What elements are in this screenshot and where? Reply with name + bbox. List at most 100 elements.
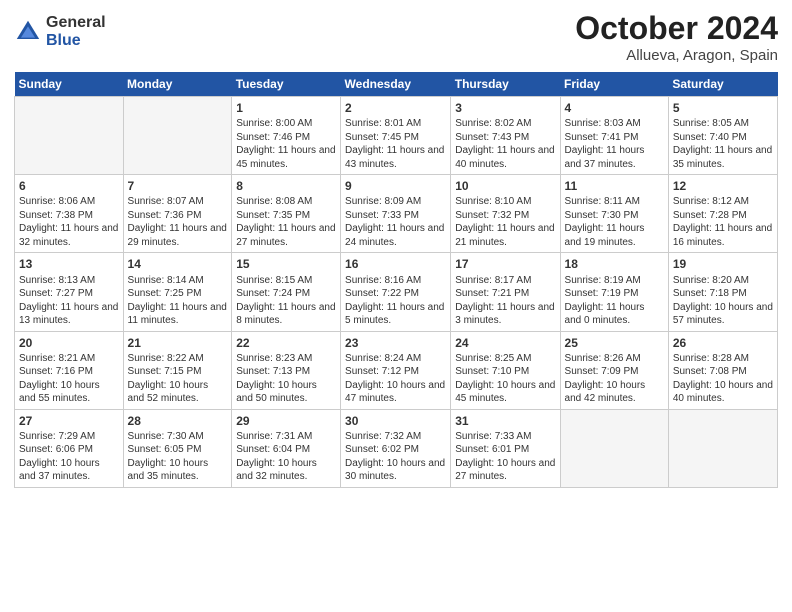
calendar-cell: 12Sunrise: 8:12 AMSunset: 7:28 PMDayligh… [668, 175, 777, 253]
calendar-cell: 8Sunrise: 8:08 AMSunset: 7:35 PMDaylight… [232, 175, 341, 253]
calendar-cell: 31Sunrise: 7:33 AMSunset: 6:01 PMDayligh… [451, 409, 560, 487]
calendar-cell: 4Sunrise: 8:03 AMSunset: 7:41 PMDaylight… [560, 97, 668, 175]
sunrise-text: Sunrise: 8:07 AM [128, 195, 228, 209]
sunrise-text: Sunrise: 8:06 AM [19, 195, 119, 209]
sunrise-text: Sunrise: 8:19 AM [565, 274, 664, 288]
sunrise-text: Sunrise: 7:31 AM [236, 430, 336, 444]
day-number: 16 [345, 256, 446, 272]
calendar-cell: 18Sunrise: 8:19 AMSunset: 7:19 PMDayligh… [560, 253, 668, 331]
daylight-text: Daylight: 11 hours and 13 minutes. [19, 301, 119, 328]
daylight-text: Daylight: 10 hours and 35 minutes. [128, 457, 228, 484]
sunrise-text: Sunrise: 7:29 AM [19, 430, 119, 444]
sunset-text: Sunset: 7:35 PM [236, 209, 336, 223]
sunset-text: Sunset: 7:08 PM [673, 365, 773, 379]
daylight-text: Daylight: 11 hours and 27 minutes. [236, 222, 336, 249]
header-row: SundayMondayTuesdayWednesdayThursdayFrid… [15, 72, 778, 97]
calendar-cell: 26Sunrise: 8:28 AMSunset: 7:08 PMDayligh… [668, 331, 777, 409]
day-number: 26 [673, 335, 773, 351]
week-row-3: 20Sunrise: 8:21 AMSunset: 7:16 PMDayligh… [15, 331, 778, 409]
sunset-text: Sunset: 7:24 PM [236, 287, 336, 301]
day-number: 15 [236, 256, 336, 272]
daylight-text: Daylight: 10 hours and 30 minutes. [345, 457, 446, 484]
sunset-text: Sunset: 7:13 PM [236, 365, 336, 379]
daylight-text: Daylight: 10 hours and 55 minutes. [19, 379, 119, 406]
sunset-text: Sunset: 7:30 PM [565, 209, 664, 223]
header: General Blue October 2024 Allueva, Arago… [14, 10, 778, 64]
logo: General Blue [14, 14, 106, 49]
calendar-cell: 30Sunrise: 7:32 AMSunset: 6:02 PMDayligh… [341, 409, 451, 487]
logo-general: General [46, 14, 106, 32]
daylight-text: Daylight: 11 hours and 3 minutes. [455, 301, 555, 328]
sunrise-text: Sunrise: 8:17 AM [455, 274, 555, 288]
sunrise-text: Sunrise: 8:24 AM [345, 352, 446, 366]
sunset-text: Sunset: 7:33 PM [345, 209, 446, 223]
header-thursday: Thursday [451, 72, 560, 97]
daylight-text: Daylight: 11 hours and 21 minutes. [455, 222, 555, 249]
daylight-text: Daylight: 10 hours and 40 minutes. [673, 379, 773, 406]
calendar-cell: 19Sunrise: 8:20 AMSunset: 7:18 PMDayligh… [668, 253, 777, 331]
daylight-text: Daylight: 11 hours and 40 minutes. [455, 144, 555, 171]
daylight-text: Daylight: 10 hours and 27 minutes. [455, 457, 555, 484]
daylight-text: Daylight: 11 hours and 32 minutes. [19, 222, 119, 249]
calendar-cell [560, 409, 668, 487]
day-number: 31 [455, 413, 555, 429]
day-number: 28 [128, 413, 228, 429]
sunset-text: Sunset: 7:10 PM [455, 365, 555, 379]
day-number: 10 [455, 178, 555, 194]
sunrise-text: Sunrise: 8:23 AM [236, 352, 336, 366]
title-section: October 2024 Allueva, Aragon, Spain [575, 10, 778, 64]
day-number: 6 [19, 178, 119, 194]
header-friday: Friday [560, 72, 668, 97]
day-number: 29 [236, 413, 336, 429]
day-number: 21 [128, 335, 228, 351]
week-row-4: 27Sunrise: 7:29 AMSunset: 6:06 PMDayligh… [15, 409, 778, 487]
week-row-1: 6Sunrise: 8:06 AMSunset: 7:38 PMDaylight… [15, 175, 778, 253]
daylight-text: Daylight: 11 hours and 8 minutes. [236, 301, 336, 328]
sunset-text: Sunset: 6:05 PM [128, 443, 228, 457]
sunrise-text: Sunrise: 8:28 AM [673, 352, 773, 366]
calendar-cell: 1Sunrise: 8:00 AMSunset: 7:46 PMDaylight… [232, 97, 341, 175]
sunrise-text: Sunrise: 8:09 AM [345, 195, 446, 209]
day-number: 30 [345, 413, 446, 429]
page-container: General Blue October 2024 Allueva, Arago… [0, 0, 792, 612]
calendar-cell: 3Sunrise: 8:02 AMSunset: 7:43 PMDaylight… [451, 97, 560, 175]
calendar-cell: 29Sunrise: 7:31 AMSunset: 6:04 PMDayligh… [232, 409, 341, 487]
calendar-table: SundayMondayTuesdayWednesdayThursdayFrid… [14, 72, 778, 488]
calendar-cell [668, 409, 777, 487]
day-number: 12 [673, 178, 773, 194]
sunset-text: Sunset: 7:46 PM [236, 131, 336, 145]
calendar-cell: 6Sunrise: 8:06 AMSunset: 7:38 PMDaylight… [15, 175, 124, 253]
sunrise-text: Sunrise: 8:14 AM [128, 274, 228, 288]
day-number: 17 [455, 256, 555, 272]
daylight-text: Daylight: 10 hours and 37 minutes. [19, 457, 119, 484]
sunrise-text: Sunrise: 7:33 AM [455, 430, 555, 444]
day-number: 14 [128, 256, 228, 272]
calendar-cell: 16Sunrise: 8:16 AMSunset: 7:22 PMDayligh… [341, 253, 451, 331]
calendar-cell [123, 97, 232, 175]
sunrise-text: Sunrise: 8:12 AM [673, 195, 773, 209]
sunrise-text: Sunrise: 8:05 AM [673, 117, 773, 131]
calendar-cell: 13Sunrise: 8:13 AMSunset: 7:27 PMDayligh… [15, 253, 124, 331]
daylight-text: Daylight: 11 hours and 35 minutes. [673, 144, 773, 171]
day-number: 18 [565, 256, 664, 272]
sunset-text: Sunset: 7:32 PM [455, 209, 555, 223]
sunset-text: Sunset: 7:28 PM [673, 209, 773, 223]
daylight-text: Daylight: 11 hours and 11 minutes. [128, 301, 228, 328]
sunset-text: Sunset: 7:43 PM [455, 131, 555, 145]
calendar-cell: 7Sunrise: 8:07 AMSunset: 7:36 PMDaylight… [123, 175, 232, 253]
sunrise-text: Sunrise: 8:22 AM [128, 352, 228, 366]
calendar-cell: 20Sunrise: 8:21 AMSunset: 7:16 PMDayligh… [15, 331, 124, 409]
daylight-text: Daylight: 11 hours and 5 minutes. [345, 301, 446, 328]
day-number: 5 [673, 100, 773, 116]
day-number: 3 [455, 100, 555, 116]
sunset-text: Sunset: 7:09 PM [565, 365, 664, 379]
day-number: 23 [345, 335, 446, 351]
calendar-cell: 2Sunrise: 8:01 AMSunset: 7:45 PMDaylight… [341, 97, 451, 175]
month-title: October 2024 [575, 10, 778, 47]
sunrise-text: Sunrise: 8:10 AM [455, 195, 555, 209]
calendar-cell: 21Sunrise: 8:22 AMSunset: 7:15 PMDayligh… [123, 331, 232, 409]
header-wednesday: Wednesday [341, 72, 451, 97]
header-tuesday: Tuesday [232, 72, 341, 97]
sunset-text: Sunset: 7:15 PM [128, 365, 228, 379]
calendar-cell [15, 97, 124, 175]
